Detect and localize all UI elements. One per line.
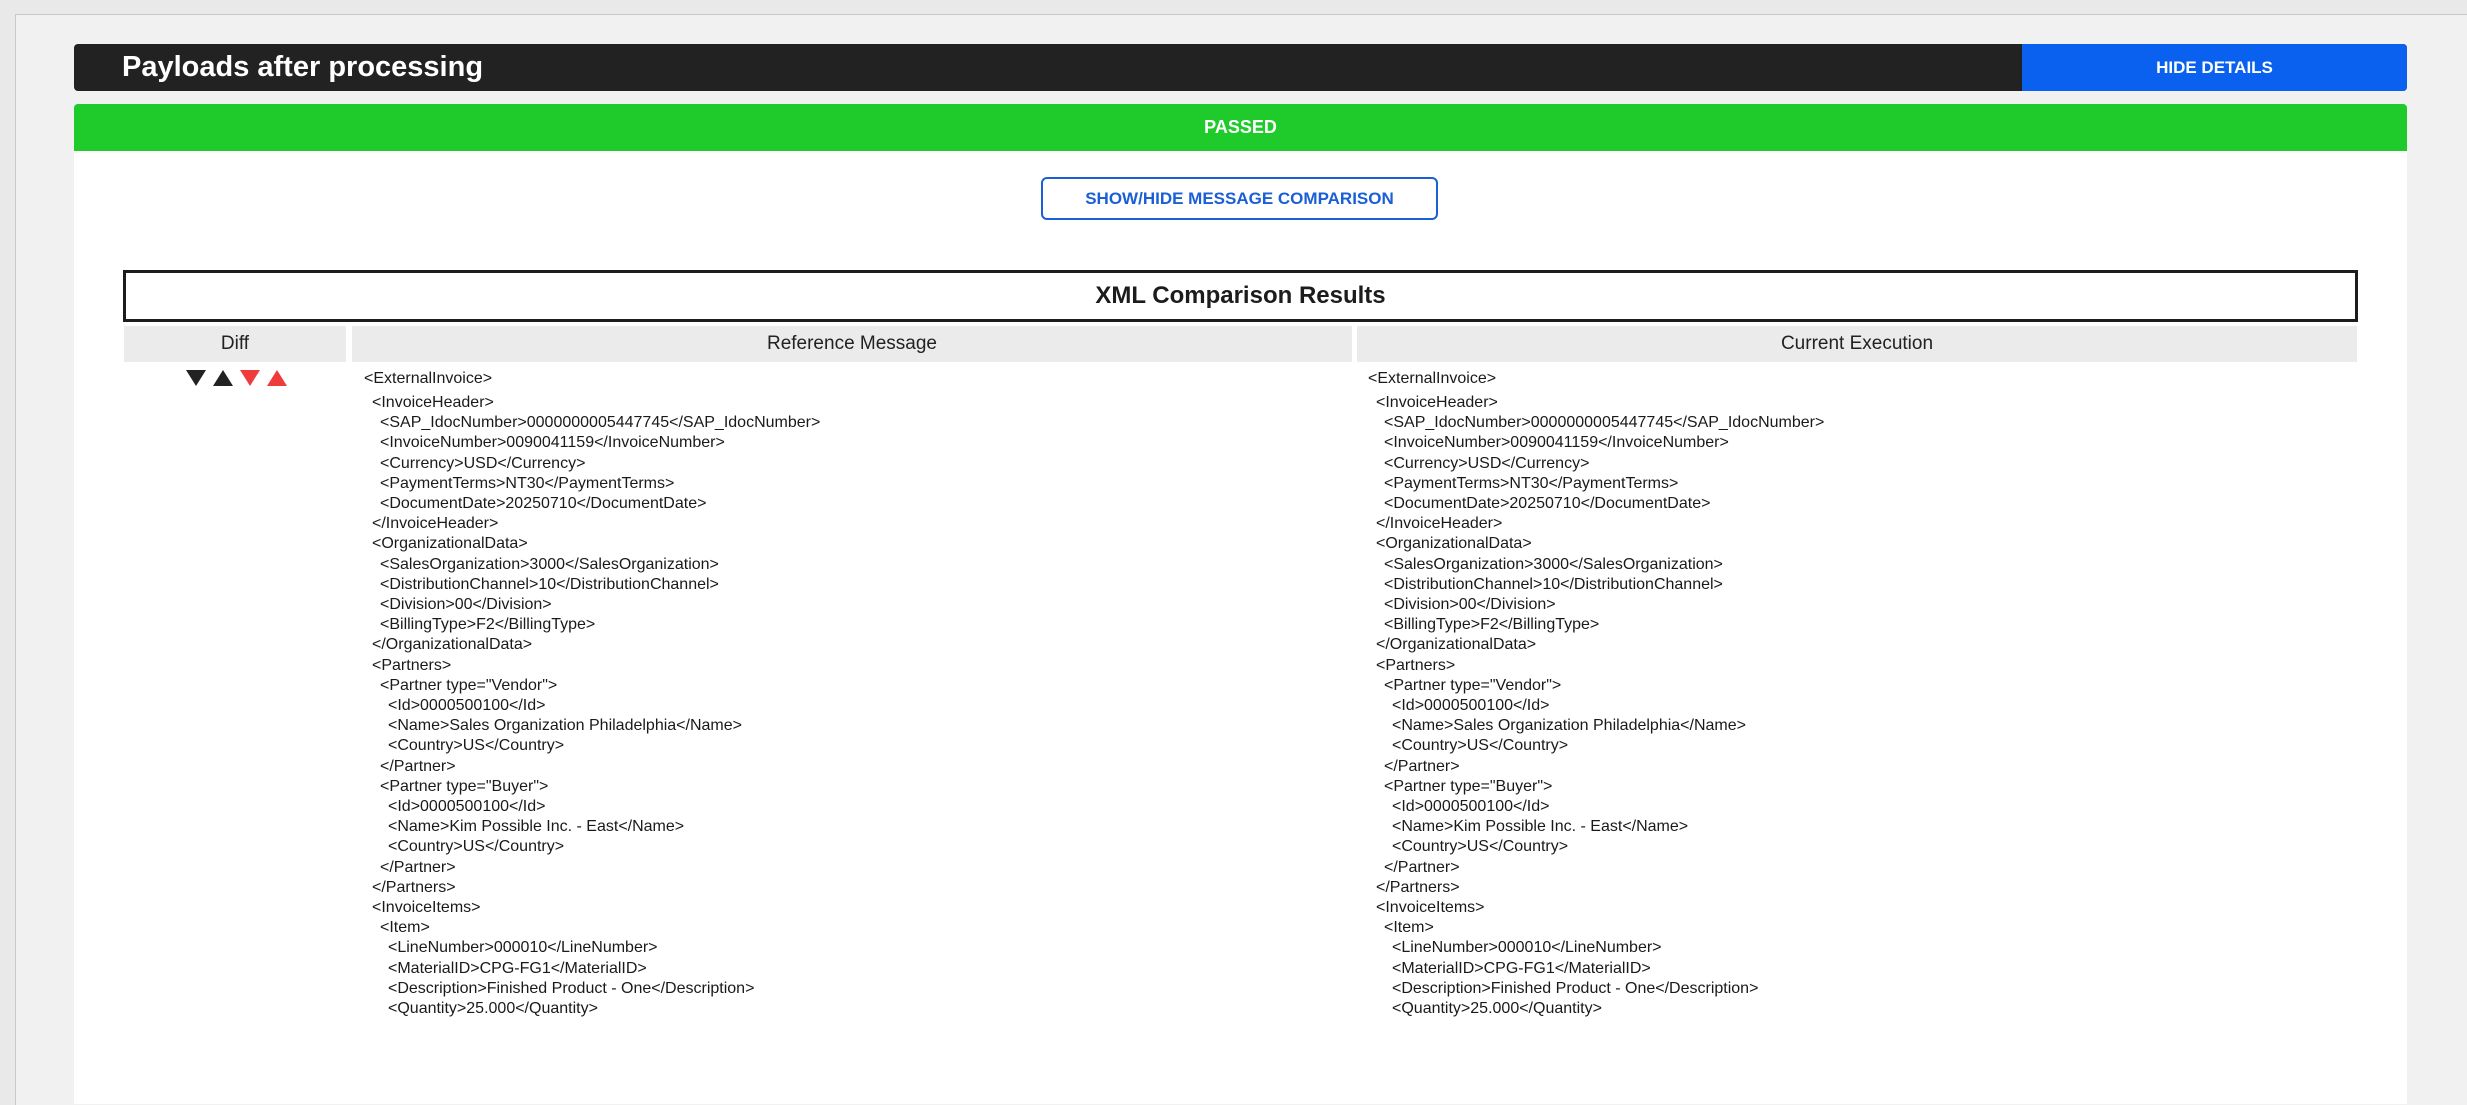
next-change-icon[interactable] [240,370,260,386]
xml-line: </Partner> [1384,757,1460,775]
xml-line: <Partner type="Vendor"> [1384,676,1562,694]
xml-line: <Country>US</Country> [1392,737,1569,755]
xml-line: <Id>0000500100</Id> [1392,798,1550,815]
xml-line: </Partners> [372,878,456,896]
xml-line: <Name>Sales Organization Philadelphia</N… [1392,717,1746,735]
xml-line: <Name>Sales Organization Philadelphia</N… [388,717,742,735]
xml-line: <Quantity>25.000</Quantity> [1392,1000,1602,1017]
xml-line: <Id>0000500100</Id> [1392,697,1550,714]
xml-line: <Item> [1384,919,1434,937]
xml-line: <MaterialID>CPG-FG1</MaterialID> [388,959,647,977]
diff-column-header: Diff [124,326,346,362]
xml-line: </Partner> [380,858,456,876]
xml-line: <SAP_IdocNumber>0000000005447745</SAP_Id… [1384,414,1825,432]
comparison-panel: SHOW/HIDE MESSAGE COMPARISON XML Compari… [74,151,2407,1104]
xml-line: <InvoiceHeader> [1376,394,1498,411]
xml-line: <InvoiceNumber>0090041159</InvoiceNumber… [380,434,725,452]
xml-line: </OrganizationalData> [372,636,533,654]
xml-line: <DocumentDate>20250710</DocumentDate> [1384,495,1711,512]
xml-line: <Country>US</Country> [1392,838,1569,856]
xml-line: </OrganizationalData> [1376,636,1537,654]
xml-line: <Division>00</Division> [1384,596,1556,613]
xml-line: <Name>Kim Possible Inc. - East</Name> [388,818,685,836]
status-badge: PASSED [74,104,2407,151]
next-diff-icon[interactable] [186,370,206,386]
xml-line: <OrganizationalData> [1376,535,1532,553]
xml-line: <DistributionChannel>10</DistributionCha… [1384,575,1723,593]
xml-line: <Country>US</Country> [388,737,565,755]
xml-line: <OrganizationalData> [372,535,528,553]
xml-line: </Partner> [380,757,456,775]
xml-line: <BillingType>F2</BillingType> [1384,616,1600,634]
xml-line: <Partner type="Vendor"> [380,676,558,694]
xml-line: <DistributionChannel>10</DistributionCha… [380,575,719,593]
previous-diff-icon[interactable] [213,370,233,386]
xml-line: <Quantity>25.000</Quantity> [388,1000,598,1017]
xml-line: <PaymentTerms>NT30</PaymentTerms> [380,474,675,492]
xml-line: <ExternalInvoice> [364,370,493,387]
xml-line: <Partners> [372,656,452,674]
xml-line: <SAP_IdocNumber>0000000005447745</SAP_Id… [380,414,821,432]
xml-line: <Division>00</Division> [380,596,552,613]
xml-line: <InvoiceItems> [1376,899,1485,916]
xml-line: <Currency>USD</Currency> [380,454,586,472]
current-column-header: Current Execution [1357,326,2357,362]
xml-line: </Partner> [1384,858,1460,876]
page-title: Payloads after processing [122,51,484,83]
xml-line: <Partners> [1376,656,1456,674]
xml-line: </Partners> [1376,878,1460,896]
xml-line: <Id>0000500100</Id> [388,697,546,714]
xml-line: </InvoiceHeader> [1376,515,1503,533]
xml-line: <SalesOrganization>3000</SalesOrganizati… [1384,555,1723,573]
xml-line: <InvoiceHeader> [372,394,494,411]
diff-navigation [186,370,287,386]
xml-line: <BillingType>F2</BillingType> [380,616,596,634]
previous-change-icon[interactable] [267,370,287,386]
xml-line: </InvoiceHeader> [372,515,499,533]
xml-line: <Country>US</Country> [388,838,565,856]
xml-line: <Item> [380,919,430,937]
hide-details-button[interactable]: HIDE DETAILS [2022,44,2407,91]
comparison-title: XML Comparison Results [123,270,2358,322]
xml-line: <InvoiceItems> [372,899,481,916]
xml-line: <PaymentTerms>NT30</PaymentTerms> [1384,474,1679,492]
payload-header: Payloads after processing HIDE DETAILS [74,44,2407,91]
show-hide-comparison-button[interactable]: SHOW/HIDE MESSAGE COMPARISON [1041,177,1438,220]
xml-line: <Currency>USD</Currency> [1384,454,1590,472]
xml-line: <Description>Finished Product - One</Des… [1392,979,1759,997]
xml-line: <Partner type="Buyer"> [1384,777,1553,795]
xml-line: <MaterialID>CPG-FG1</MaterialID> [1392,959,1651,977]
xml-line: <InvoiceNumber>0090041159</InvoiceNumber… [1384,434,1729,452]
xml-line: <Partner type="Buyer"> [380,777,549,795]
xml-line: <Name>Kim Possible Inc. - East</Name> [1392,818,1689,836]
xml-line: <LineNumber>000010</LineNumber> [1392,939,1662,957]
xml-line: <DocumentDate>20250710</DocumentDate> [380,495,707,512]
xml-line: <LineNumber>000010</LineNumber> [388,939,658,957]
xml-line: <ExternalInvoice> [1368,370,1497,387]
reference-column-header: Reference Message [352,326,1352,362]
xml-line: <SalesOrganization>3000</SalesOrganizati… [380,555,719,573]
xml-line: <Description>Finished Product - One</Des… [388,979,755,997]
xml-line: <Id>0000500100</Id> [388,798,546,815]
